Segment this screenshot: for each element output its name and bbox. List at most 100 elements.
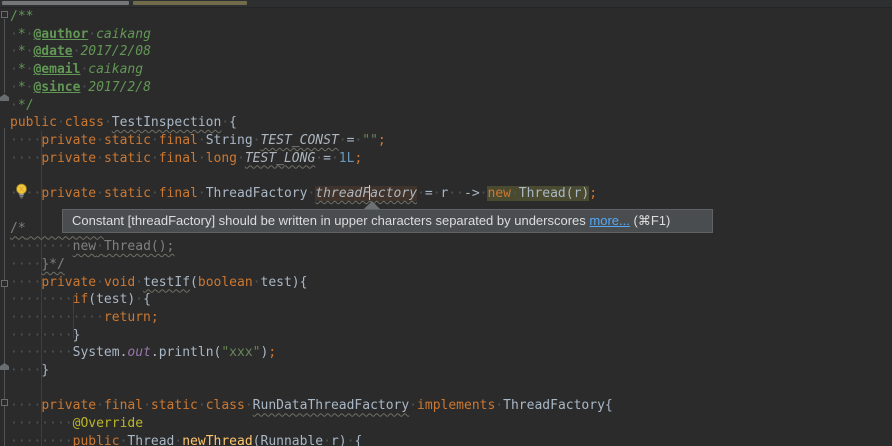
whitespace-dots: · [10, 62, 18, 77]
code-line: ····private·final·static·class·RunDataTh… [10, 397, 613, 415]
whitespace-dots: · [104, 115, 112, 130]
code-token: ·=· [315, 151, 338, 166]
intention-lightbulb-icon[interactable] [14, 183, 29, 199]
code-token: /** [10, 9, 33, 24]
code-token: return; [104, 310, 159, 325]
code-token: ·Thread· [120, 434, 183, 446]
whitespace-dots: · [253, 133, 261, 148]
code-line: ········if(test)·{ [10, 291, 151, 309]
code-token: System. [73, 345, 128, 360]
tooltip-more-link[interactable]: more... [589, 213, 629, 228]
ide-editor-window: /**·*·@author·caikang·*·@date·2017/2/08·… [0, 0, 892, 446]
code-token: @since [33, 80, 80, 95]
whitespace-dots: · [433, 186, 441, 201]
whitespace-dots: · [151, 151, 159, 166]
code-token: · [135, 275, 143, 290]
code-token: · [104, 115, 112, 130]
code-line: ·*·@date·2017/2/08 [10, 43, 151, 61]
code-token: threadFactory [315, 186, 417, 201]
whitespace-dots: ···· [10, 398, 41, 413]
code-token: new· [487, 186, 518, 201]
code-token: · [245, 398, 253, 413]
code-token: TestInspection [112, 115, 222, 130]
code-token: @Override [73, 416, 143, 431]
code-token: ········ [10, 239, 73, 254]
code-token: ·*· [10, 62, 33, 77]
code-token: Thread(r) [519, 186, 589, 201]
whitespace-dots: · [143, 398, 151, 413]
code-line: ········} [10, 327, 80, 345]
whitespace-dots: · [339, 133, 347, 148]
code-token: ·String· [198, 133, 261, 148]
code-token: @email [33, 62, 80, 77]
whitespace-dots: · [198, 186, 206, 201]
whitespace-dots: · [198, 133, 206, 148]
whitespace-dots: ···· [10, 257, 41, 272]
whitespace-dots: ···· [10, 275, 41, 290]
whitespace-dots: ········ [10, 292, 73, 307]
whitespace-dots: · [96, 151, 104, 166]
code-token: @date [33, 44, 72, 59]
code-token: ; [268, 345, 276, 360]
code-token: public [73, 434, 120, 446]
code-token: @author [33, 27, 88, 42]
code-line: ········System.out.println("xxx"); [10, 344, 276, 362]
code-token: TEST_LONG [245, 151, 315, 166]
code-line: ····}*/ [10, 256, 65, 274]
code-token: private·final·static·class [41, 398, 245, 413]
whitespace-dots: · [10, 80, 18, 95]
code-token: private·static·final [41, 186, 198, 201]
code-line: ·*·@email·caikang [10, 61, 143, 79]
code-token: (Runnable·r)·{ [253, 434, 363, 446]
code-token: "" [362, 133, 378, 148]
code-token: ( [190, 275, 198, 290]
code-line: ·*/ [10, 97, 33, 115]
code-line: ·*·@since·2017/2/8 [10, 79, 151, 97]
whitespace-dots: ·· [448, 186, 464, 201]
code-line: ·*·@author·caikang [10, 26, 151, 44]
whitespace-dots: · [96, 186, 104, 201]
text-caret [369, 185, 370, 200]
code-token: ···· [10, 398, 41, 413]
whitespace-dots: · [409, 398, 417, 413]
whitespace-dots: ········ [10, 416, 73, 431]
whitespace-dots: · [57, 115, 65, 130]
whitespace-dots: · [253, 275, 261, 290]
code-token: RunDataThreadFactory [253, 398, 410, 413]
code-token: ·2017/2/08 [73, 44, 151, 59]
whitespace-dots: ···· [10, 133, 41, 148]
inspection-message: Constant [threadFactory] should be writt… [72, 213, 589, 228]
whitespace-dots: · [10, 98, 18, 113]
whitespace-dots: · [151, 133, 159, 148]
whitespace-dots: · [331, 151, 339, 166]
code-token: 1L [339, 151, 355, 166]
inspection-tooltip: Constant [threadFactory] should be writt… [62, 209, 713, 233]
code-token: ·ThreadFactory· [198, 186, 315, 201]
code-token: TEST_CONST [261, 133, 339, 148]
code-token: ········ [10, 434, 73, 446]
code-token: · [409, 398, 417, 413]
code-token: ·*· [10, 80, 33, 95]
code-token: public·class [10, 115, 104, 130]
whitespace-dots: · [323, 434, 331, 446]
code-token: ···· [10, 133, 41, 148]
code-line: ············return; [10, 309, 159, 327]
code-token: private·static·final [41, 151, 198, 166]
whitespace-dots: ············ [10, 310, 104, 325]
whitespace-dots: · [495, 398, 503, 413]
whitespace-dots: · [96, 398, 104, 413]
whitespace-dots: · [198, 151, 206, 166]
code-token: ; [378, 133, 386, 148]
code-token: ········ [10, 345, 73, 360]
code-token: long [206, 151, 237, 166]
code-token: ; [354, 151, 362, 166]
whitespace-dots: · [245, 398, 253, 413]
code-token: · [237, 151, 245, 166]
whitespace-dots: · [135, 275, 143, 290]
whitespace-dots: ········ [10, 239, 73, 254]
code-token: private·void [41, 275, 135, 290]
whitespace-dots: · [73, 44, 81, 59]
code-token: ·*· [10, 44, 33, 59]
code-token: /* [10, 221, 26, 236]
code-line: ····private·static·final·String·TEST_CON… [10, 132, 386, 150]
